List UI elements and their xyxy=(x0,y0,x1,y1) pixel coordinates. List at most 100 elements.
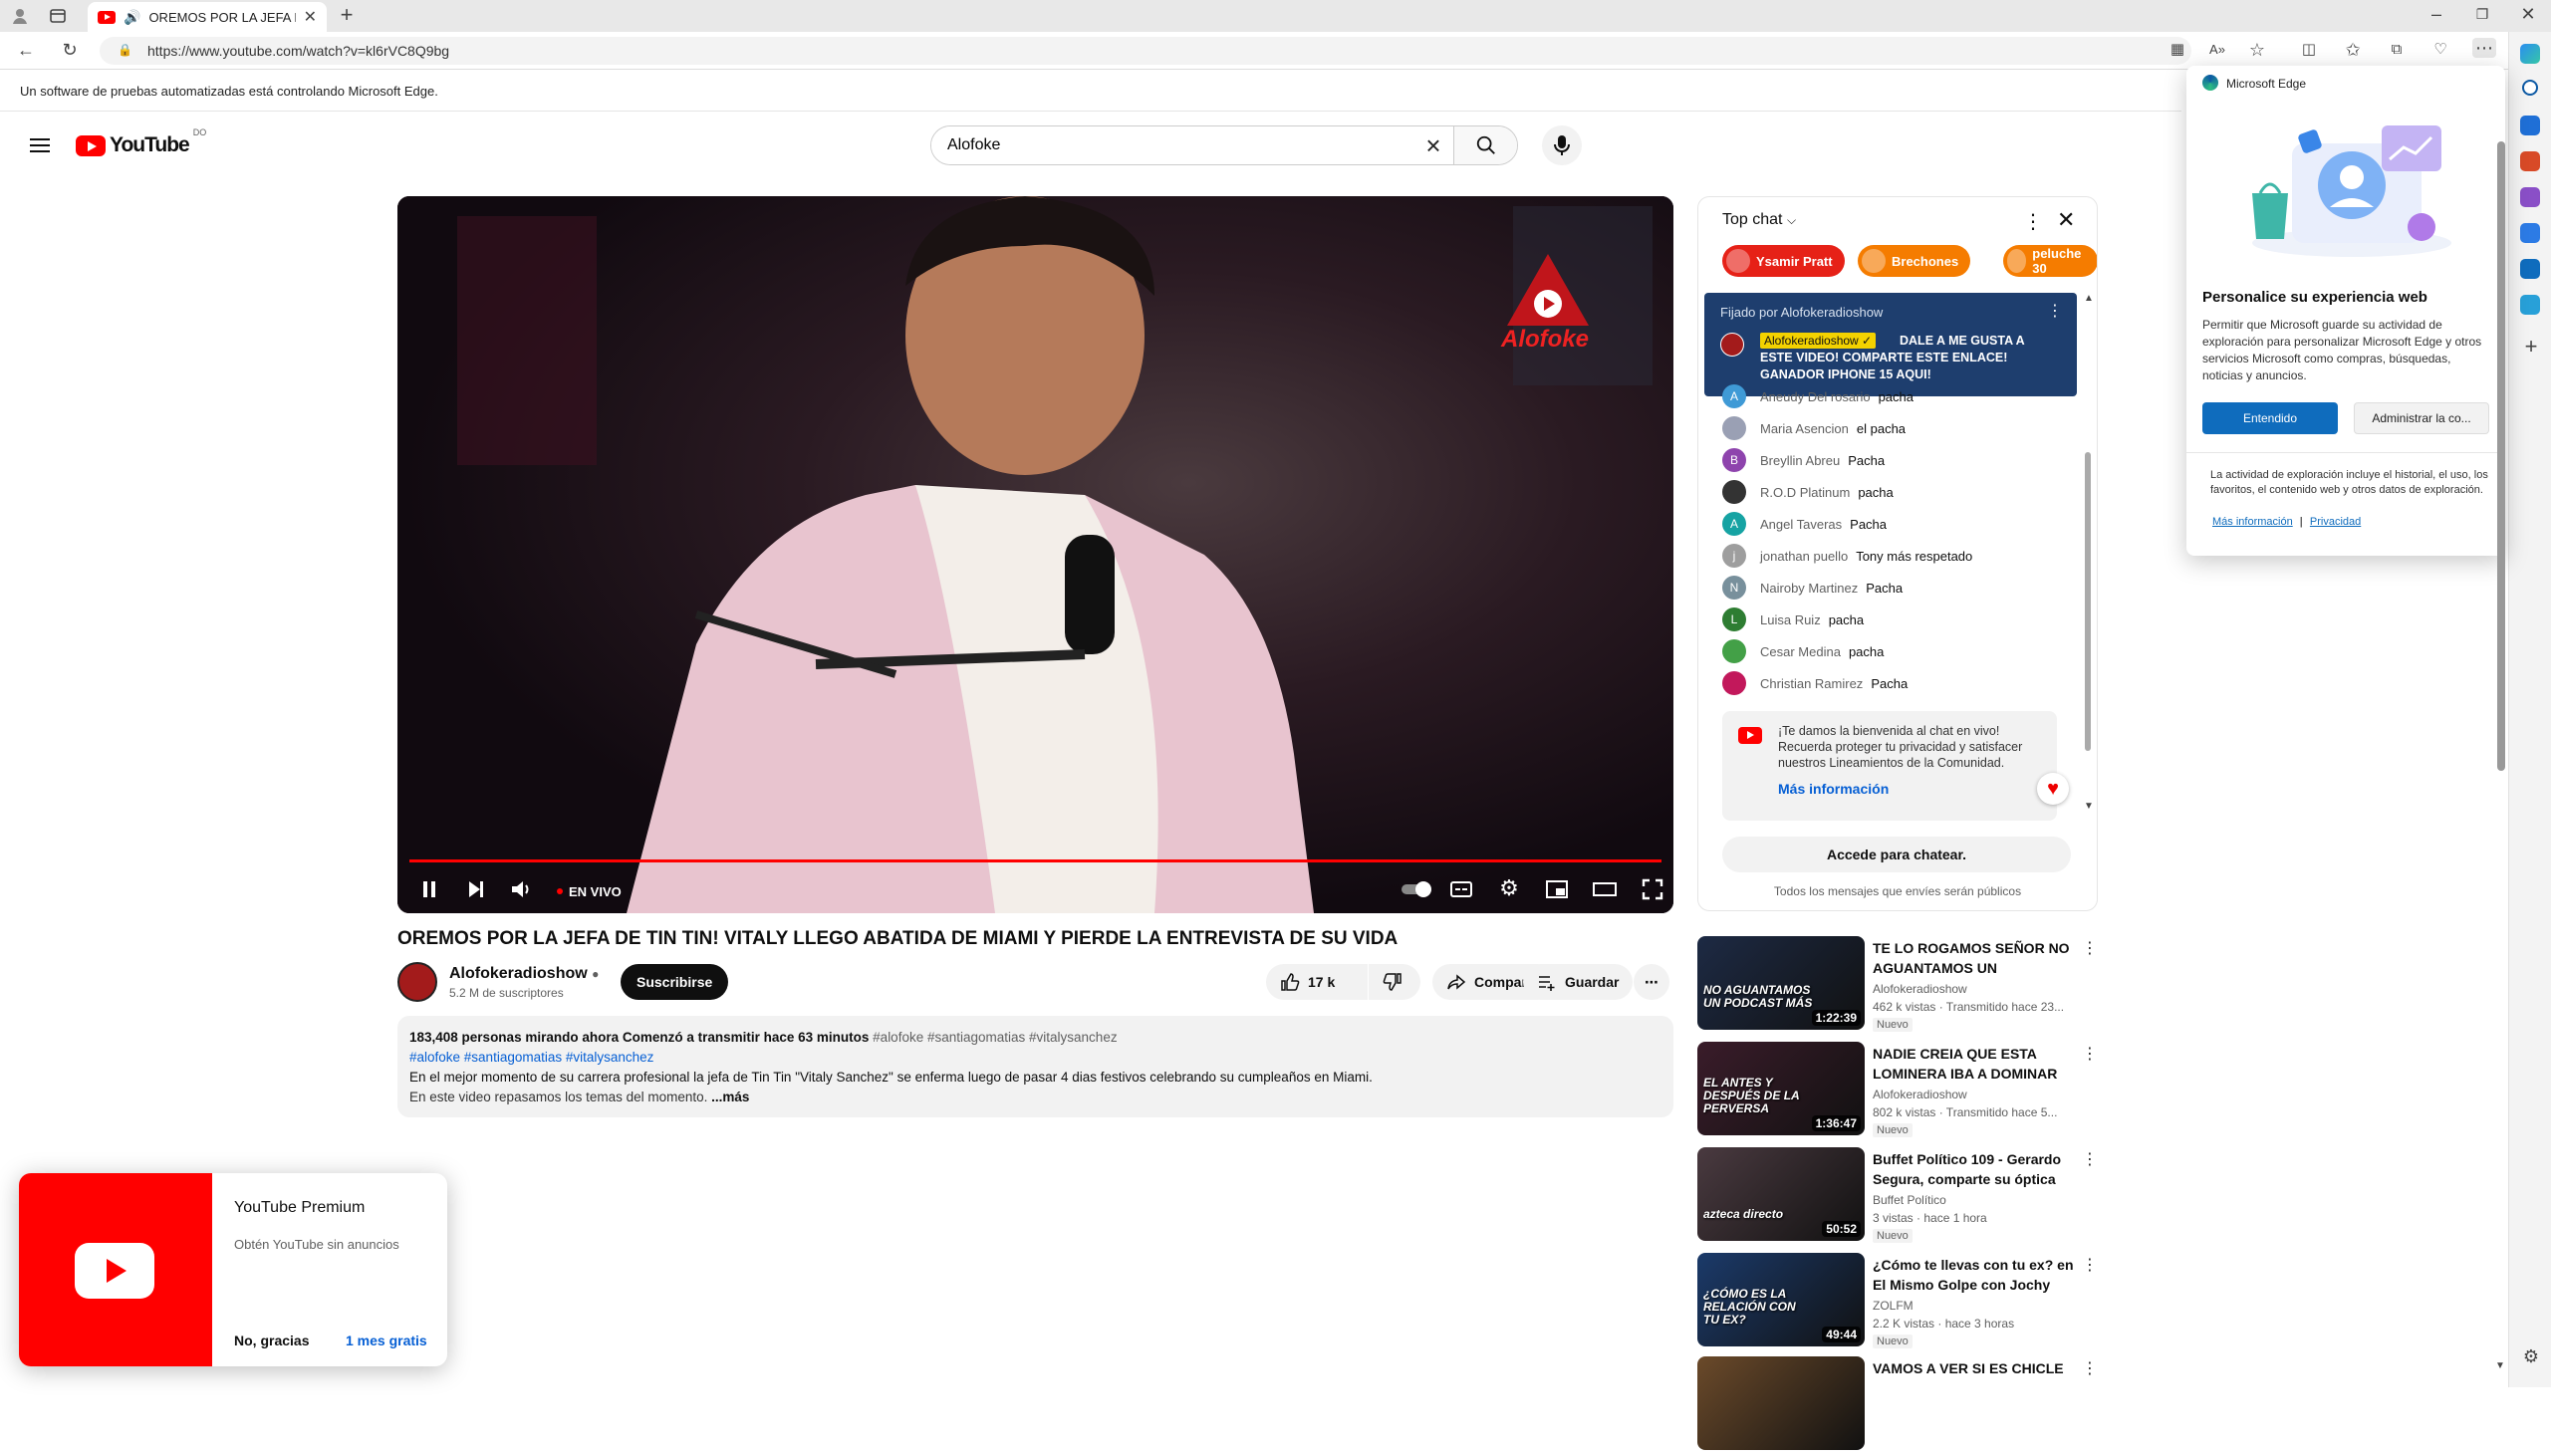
favorites-icon[interactable]: ✩ xyxy=(2341,40,2365,60)
chat-message[interactable]: A Angel Taveras Pacha xyxy=(1722,512,1887,536)
pinned-more-icon[interactable]: ⋮ xyxy=(2047,301,2063,321)
shopping-icon[interactable] xyxy=(2520,116,2540,135)
channel-avatar[interactable] xyxy=(397,962,437,1002)
video-thumbnail[interactable]: ¿CÓMO ES LA RELACIÓN CON TU EX? 49:44 xyxy=(1697,1253,1865,1346)
browser-essentials-icon[interactable]: ♡ xyxy=(2428,40,2452,60)
chat-author-name[interactable]: Angel Taveras xyxy=(1760,517,1842,532)
chat-author-avatar[interactable]: A xyxy=(1722,512,1746,536)
more-vertical-icon[interactable]: ⋮ xyxy=(2082,1255,2098,1275)
minimize-icon[interactable]: – xyxy=(2424,4,2448,24)
recommended-video[interactable]: azteca directo 50:52 Buffet Político 109 -… xyxy=(1697,1147,2106,1247)
refresh-icon[interactable]: ↻ xyxy=(58,40,82,60)
scroll-up-icon[interactable]: ▲ xyxy=(2084,293,2094,304)
chat-author-name[interactable]: Breyllin Abreu xyxy=(1760,453,1840,468)
more-vertical-icon[interactable]: ⋮ xyxy=(2082,1044,2098,1064)
video-thumbnail[interactable]: EL ANTES Y DESPUÉS DE LA PERVERSA 1:36:47 xyxy=(1697,1042,1865,1135)
premium-trial-button[interactable]: 1 mes gratis xyxy=(346,1333,427,1348)
chat-author-name[interactable]: Nairoby Martinez xyxy=(1760,581,1858,596)
subtitles-icon[interactable] xyxy=(1447,875,1475,903)
recommended-video-title[interactable]: TE LO ROGAMOS SEÑOR NO AGUANTAMOS UN POD… xyxy=(1873,938,2078,978)
copilot-icon[interactable] xyxy=(2520,44,2540,64)
profile-icon[interactable] xyxy=(10,6,34,26)
fullscreen-icon[interactable] xyxy=(1639,875,1666,903)
chat-author-avatar[interactable]: A xyxy=(1722,384,1746,408)
youtube-logo[interactable]: YouTube DO xyxy=(76,127,206,157)
close-window-icon[interactable]: ✕ xyxy=(2516,4,2540,24)
recommended-video[interactable]: ¿CÓMO ES LA RELACIÓN CON TU EX? 49:44 ¿Cóm… xyxy=(1697,1253,2106,1352)
video-thumbnail[interactable]: NO AGUANTAMOS UN PODCAST MÁS 1:22:39 xyxy=(1697,936,1865,1030)
close-tab-icon[interactable]: ✕ xyxy=(304,7,317,27)
chat-message[interactable]: Maria Asencion el pacha xyxy=(1722,416,1906,440)
like-button[interactable]: 17 k xyxy=(1266,964,1368,1000)
dislike-button[interactable] xyxy=(1369,964,1420,1000)
page-scroll-down-icon[interactable]: ▼ xyxy=(2495,1360,2505,1371)
address-bar[interactable]: 🔒 https://www.youtube.com/watch?v=kl6rVC… xyxy=(100,37,2191,65)
chat-author-avatar[interactable] xyxy=(1722,480,1746,504)
chat-message[interactable]: Christian Ramirez Pacha xyxy=(1722,671,1908,695)
pinned-message[interactable]: Fijado por Alofokeradioshow ⋮ DALE A ME … xyxy=(1704,293,2077,396)
tab-actions-icon[interactable] xyxy=(48,6,72,26)
more-actions-button[interactable]: ⋯ xyxy=(1634,964,1669,1000)
chat-message[interactable]: N Nairoby Martinez Pacha xyxy=(1722,576,1903,600)
chat-mode-dropdown[interactable]: Top chat ⌵ xyxy=(1722,211,1796,229)
save-button[interactable]: Guardar xyxy=(1523,964,1634,1000)
chat-message[interactable]: A Aneudy Del rosario pacha xyxy=(1722,384,1913,408)
recommended-channel[interactable]: Buffet Político xyxy=(1873,1193,1946,1207)
settings-gear-icon[interactable]: ⚙ xyxy=(1495,875,1523,901)
chat-message[interactable]: L Luisa Ruiz pacha xyxy=(1722,607,1864,631)
description-hashtags[interactable]: #alofoke #santiagomatias #vitalysanchez xyxy=(409,1048,1661,1068)
chat-message[interactable]: R.O.D Platinum pacha xyxy=(1722,480,1894,504)
clear-search-icon[interactable]: × xyxy=(1413,126,1453,164)
split-screen-icon[interactable]: ◫ xyxy=(2297,40,2321,60)
recommended-video-title[interactable]: Buffet Político 109 - Gerardo Segura, co… xyxy=(1873,1149,2078,1189)
description-hashtags-inline[interactable]: #alofoke #santiagomatias #vitalysanchez xyxy=(873,1030,1117,1045)
chat-message[interactable]: Cesar Medina pacha xyxy=(1722,639,1884,663)
microsoft365-icon[interactable] xyxy=(2520,223,2540,243)
page-scrollbar[interactable]: ▼ xyxy=(2494,112,2508,1387)
volume-icon[interactable] xyxy=(507,875,535,903)
chat-message[interactable]: B Breyllin Abreu Pacha xyxy=(1722,448,1885,472)
recommended-video[interactable]: NO AGUANTAMOS UN PODCAST MÁS 1:22:39 TE LO… xyxy=(1697,936,2106,1036)
chat-author-avatar[interactable] xyxy=(1722,671,1746,695)
recommended-video-title[interactable]: NADIE CREIA QUE ESTA LOMINERA IBA A DOMI… xyxy=(1873,1044,2078,1084)
recommended-channel[interactable]: ZOLFM xyxy=(1873,1299,1913,1313)
premium-dismiss-button[interactable]: No, gracias xyxy=(234,1333,309,1348)
recommended-video[interactable]: VAMOS A VER SI ES CHICLE ⋮ xyxy=(1697,1356,2106,1456)
chat-message[interactable]: j jonathan puello Tony más respetado xyxy=(1722,544,1972,568)
audio-playing-icon[interactable]: 🔊 xyxy=(124,9,140,26)
chat-author-avatar[interactable]: N xyxy=(1722,576,1746,600)
voice-search-button[interactable] xyxy=(1542,125,1582,165)
chat-author-avatar[interactable] xyxy=(1722,416,1746,440)
search-input[interactable] xyxy=(931,126,1413,164)
chat-author-name[interactable]: Cesar Medina xyxy=(1760,644,1841,659)
donor-chip[interactable]: Ysamir Pratt xyxy=(1722,245,1845,277)
chat-author-name[interactable]: Christian Ramirez xyxy=(1760,676,1863,691)
channel-name[interactable]: Alofokeradioshow ● xyxy=(449,965,599,983)
edge-more-info-link[interactable]: Más información xyxy=(2212,516,2293,528)
chat-author-name[interactable]: Aneudy Del rosario xyxy=(1760,389,1871,404)
recommended-video[interactable]: EL ANTES Y DESPUÉS DE LA PERVERSA 1:36:47… xyxy=(1697,1042,2106,1141)
reaction-heart-icon[interactable]: ♥ xyxy=(2037,773,2069,805)
tab-youtube-video[interactable]: 🔊 OREMOS POR LA JEFA DE T ✕ xyxy=(88,2,327,32)
more-vertical-icon[interactable]: ⋮ xyxy=(2082,1149,2098,1169)
donor-chip[interactable]: peluche 30 xyxy=(2003,245,2097,277)
chat-scroll-thumb[interactable] xyxy=(2085,452,2091,751)
read-aloud-icon[interactable]: A» xyxy=(2205,40,2229,60)
miniplayer-icon[interactable] xyxy=(1543,875,1571,903)
video-thumbnail[interactable] xyxy=(1697,1356,1865,1450)
recommended-video-title[interactable]: VAMOS A VER SI ES CHICLE xyxy=(1873,1358,2078,1378)
video-thumbnail[interactable]: azteca directo 50:52 xyxy=(1697,1147,1865,1241)
lock-icon[interactable]: 🔒 xyxy=(118,43,132,57)
chat-author-name[interactable]: Luisa Ruiz xyxy=(1760,612,1821,627)
tools-icon[interactable] xyxy=(2520,151,2540,171)
chat-author-name[interactable]: jonathan puello xyxy=(1760,549,1848,564)
chat-author-name[interactable]: Maria Asencion xyxy=(1760,421,1849,436)
recommended-channel[interactable]: Alofokeradioshow xyxy=(1873,982,1967,996)
restore-icon[interactable]: ❐ xyxy=(2470,4,2494,24)
video-player[interactable]: Alofoke EN VIVO ⚙ xyxy=(397,196,1673,913)
subscribe-button[interactable]: Suscribirse xyxy=(621,964,729,1000)
edge-accept-button[interactable]: Entendido xyxy=(2202,402,2338,434)
show-more-link[interactable]: ...más xyxy=(711,1090,749,1104)
games-icon[interactable] xyxy=(2520,187,2540,207)
pinned-author-badge[interactable]: Alofokeradioshow ✓ xyxy=(1760,333,1877,349)
